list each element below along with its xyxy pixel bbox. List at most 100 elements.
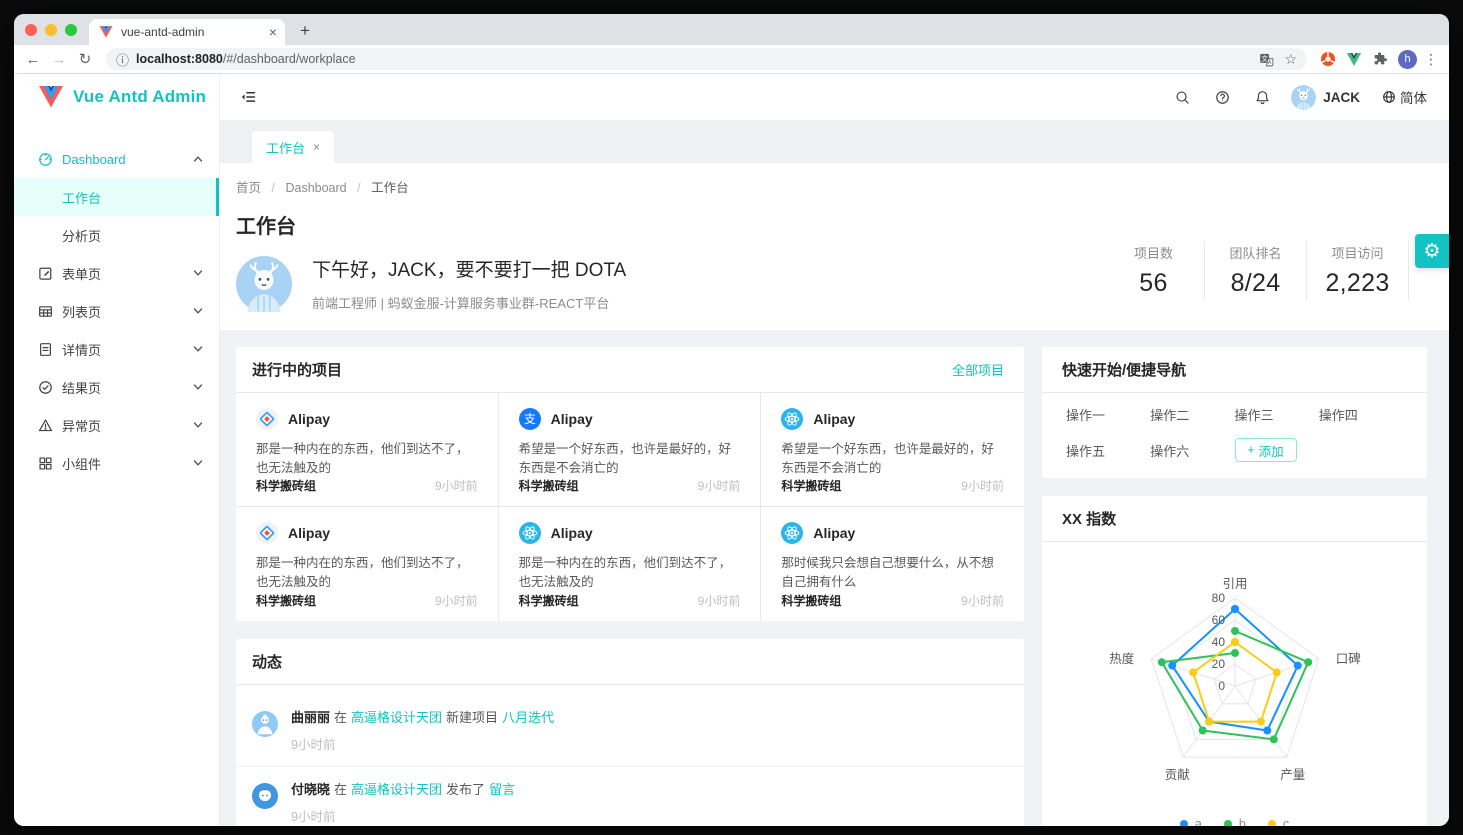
window-zoom-button[interactable] — [65, 24, 77, 36]
header-actions: JACK 简体 — [1165, 80, 1431, 114]
reload-button[interactable]: ↻ — [74, 48, 96, 70]
project-card[interactable]: 支 Alipay 希望是一个好东西，也许是最好的，好东西是不会消亡的 科学搬砖组… — [499, 393, 762, 507]
activity-target-link[interactable]: 留言 — [489, 782, 515, 797]
help-icon[interactable] — [1205, 80, 1239, 114]
radar-point-a — [1168, 662, 1176, 670]
sidebar-item[interactable]: 列表页 — [14, 292, 219, 330]
activity-word: 在 — [334, 710, 347, 725]
radar-point-b — [1158, 658, 1166, 666]
sidebar-item[interactable]: 异常页 — [14, 406, 219, 444]
sidebar-item[interactable]: 详情页 — [14, 330, 219, 368]
sidebar-item-icon — [38, 418, 53, 433]
sidebar-item-label: 异常页 — [62, 416, 193, 435]
project-name-link[interactable]: Alipay — [551, 525, 593, 541]
project-card[interactable]: Alipay 那时候我只会想自己想要什么，从不想自己拥有什么 科学搬砖组 9小时… — [761, 507, 1024, 621]
project-logo-icon: 支 — [519, 408, 541, 430]
extensions-puzzle-icon[interactable] — [1369, 48, 1391, 70]
legend-label: c — [1283, 817, 1289, 826]
project-group-link[interactable]: 科学搬砖组 — [781, 592, 841, 609]
browser-profile-avatar[interactable]: h — [1398, 50, 1417, 69]
app-header: JACK 简体 — [220, 74, 1449, 120]
quicknav-link[interactable]: 操作五 — [1066, 441, 1150, 460]
project-name-link[interactable]: Alipay — [813, 525, 855, 541]
radar-point-c — [1231, 638, 1239, 646]
legend-label: a — [1195, 817, 1202, 826]
project-description: 那是一种内在的东西，他们到达不了，也无法触及的 — [519, 554, 741, 592]
breadcrumb-separator: / — [272, 181, 275, 195]
browser-menu-icon[interactable]: ⋮ — [1421, 51, 1441, 68]
project-card[interactable]: Alipay 那是一种内在的东西，他们到达不了，也无法触及的 科学搬砖组 9小时… — [236, 393, 499, 507]
all-projects-link[interactable]: 全部项目 — [952, 360, 1004, 379]
bookmark-star-icon[interactable]: ☆ — [1284, 51, 1297, 68]
activity-user[interactable]: 付晓晓 — [291, 782, 330, 797]
page-tab-workplace[interactable]: 工作台 × — [252, 131, 334, 163]
project-group-link[interactable]: 科学搬砖组 — [519, 592, 579, 609]
quicknav-add-button[interactable]: + 添加 — [1235, 438, 1297, 462]
notification-bell-icon[interactable] — [1245, 80, 1279, 114]
search-icon[interactable] — [1165, 80, 1199, 114]
radar-point-b — [1231, 649, 1239, 657]
activity-group-link[interactable]: 高逼格设计天团 — [351, 782, 442, 797]
project-card[interactable]: Alipay 那是一种内在的东西，他们到达不了，也无法触及的 科学搬砖组 9小时… — [499, 507, 762, 621]
sidebar-subitem[interactable]: 工作台 — [14, 178, 219, 216]
sidebar-subitem[interactable]: 分析页 — [14, 216, 219, 254]
extension-icon[interactable] — [1317, 48, 1339, 70]
back-button[interactable]: ← — [22, 48, 44, 70]
activity-user[interactable]: 曲丽丽 — [291, 710, 330, 725]
project-name-link[interactable]: Alipay — [288, 411, 330, 427]
quicknav-link[interactable]: 操作四 — [1319, 405, 1403, 424]
menu-fold-icon[interactable] — [234, 82, 264, 112]
browser-tab[interactable]: vue-antd-admin × — [89, 19, 285, 45]
project-card[interactable]: Alipay 希望是一个好东西，也许是最好的，好东西是不会消亡的 科学搬砖组 9… — [761, 393, 1024, 507]
quicknav-card: 快速开始/便捷导航 操作一操作二操作三操作四操作五操作六 + 添加 — [1042, 347, 1427, 478]
radar-point-b — [1304, 658, 1312, 666]
tab-close-icon[interactable]: × — [269, 24, 277, 40]
legend-item-a[interactable]: a — [1180, 817, 1202, 826]
project-group-link[interactable]: 科学搬砖组 — [256, 592, 316, 609]
quicknav-link[interactable]: 操作一 — [1066, 405, 1150, 424]
sidebar-item[interactable]: 结果页 — [14, 368, 219, 406]
user-menu[interactable]: JACK — [1285, 85, 1366, 110]
site-info-icon[interactable]: ⓘ — [116, 50, 129, 69]
stat-label: 项目访问 — [1307, 243, 1408, 262]
window-close-button[interactable] — [25, 24, 37, 36]
radar-point-b — [1270, 735, 1278, 743]
sidebar-item[interactable]: Dashboard — [14, 140, 219, 178]
project-logo-icon — [256, 408, 278, 430]
legend-item-b[interactable]: b — [1224, 817, 1246, 826]
app-logo[interactable]: Vue Antd Admin — [14, 74, 219, 120]
window-minimize-button[interactable] — [45, 24, 57, 36]
project-card[interactable]: Alipay 那是一种内在的东西，他们到达不了，也无法触及的 科学搬砖组 9小时… — [236, 507, 499, 621]
vue-devtools-icon[interactable] — [1343, 48, 1365, 70]
chevron-icon — [193, 344, 203, 354]
forward-button[interactable]: → — [48, 48, 70, 70]
project-group-link[interactable]: 科学搬砖组 — [519, 477, 579, 494]
settings-gear-button[interactable]: ⚙ — [1415, 234, 1449, 268]
project-name-link[interactable]: Alipay — [813, 411, 855, 427]
quicknav-link[interactable]: 操作二 — [1150, 405, 1234, 424]
sidebar-item-icon — [38, 152, 53, 167]
quicknav-link[interactable]: 操作六 — [1150, 441, 1234, 460]
project-group-link[interactable]: 科学搬砖组 — [256, 477, 316, 494]
address-bar[interactable]: ⓘ localhost:8080 /#/dashboard/workplace … — [106, 48, 1307, 70]
breadcrumb-dashboard[interactable]: Dashboard — [285, 181, 346, 195]
new-tab-button[interactable]: + — [293, 19, 317, 43]
stat-value: 2,223 — [1307, 269, 1408, 298]
project-name-link[interactable]: Alipay — [288, 525, 330, 541]
page-tab-close-icon[interactable]: × — [313, 140, 320, 154]
activity-item: 曲丽丽在高逼格设计天团新建项目八月迭代 9小时前 — [236, 695, 1024, 767]
sidebar-item[interactable]: 表单页 — [14, 254, 219, 292]
legend-item-c[interactable]: c — [1268, 817, 1289, 826]
page-tab-label: 工作台 — [266, 138, 305, 157]
sidebar-item[interactable]: 小组件 — [14, 444, 219, 482]
radar-point-b — [1231, 627, 1239, 635]
project-group-link[interactable]: 科学搬砖组 — [781, 477, 841, 494]
language-switcher[interactable]: 简体 — [1372, 87, 1431, 107]
radar-card-title: XX 指数 — [1062, 508, 1116, 529]
quicknav-link[interactable]: 操作三 — [1235, 405, 1319, 424]
translate-icon[interactable]: 文A — [1259, 52, 1274, 67]
activity-group-link[interactable]: 高逼格设计天团 — [351, 710, 442, 725]
project-name-link[interactable]: Alipay — [551, 411, 593, 427]
breadcrumb-home[interactable]: 首页 — [236, 181, 261, 195]
activity-target-link[interactable]: 八月迭代 — [502, 710, 554, 725]
